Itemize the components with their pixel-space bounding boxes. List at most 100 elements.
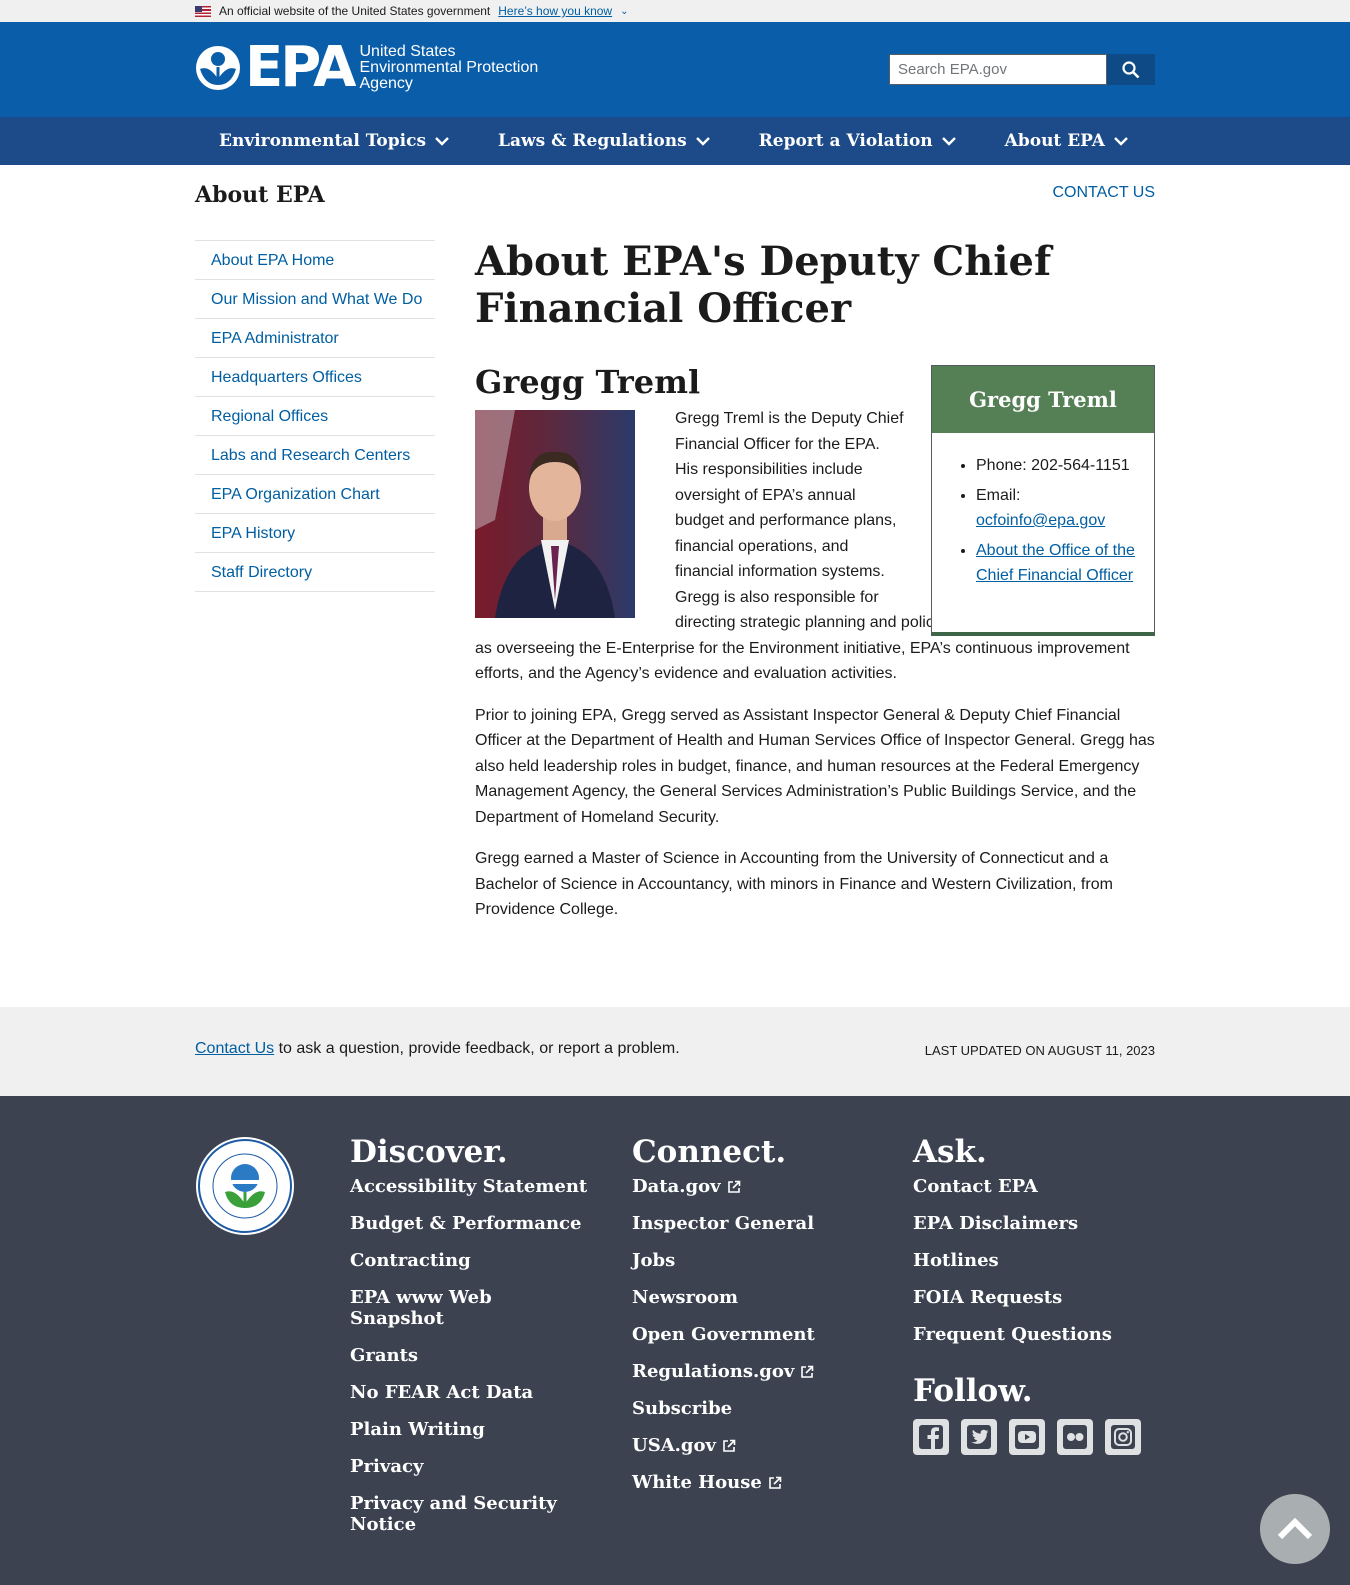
external-link-icon [801,1365,814,1378]
footer-link-foia[interactable]: FOIA Requests [913,1287,1153,1308]
search-icon [1122,60,1140,78]
footer-link-inspector-general[interactable]: Inspector General [632,1213,872,1234]
facebook-icon[interactable] [913,1419,949,1455]
sidenav-item-about-epa-home[interactable]: About EPA Home [195,241,435,280]
feedback-strip: Contact Us to ask a question, provide fe… [0,1007,1350,1096]
nav-item-label: Laws & Regulations [498,131,687,151]
epa-logo[interactable]: EPA United States Environmental Protecti… [195,35,539,100]
search-input[interactable] [889,54,1107,85]
sidenav-item-regional-offices[interactable]: Regional Offices [195,397,435,436]
footer-link-hotlines[interactable]: Hotlines [913,1250,1153,1271]
link-label: White House [632,1472,762,1493]
footer-ask: Ask. Contact EPA EPA Disclaimers Hotline… [913,1134,1153,1455]
footer-link-jobs[interactable]: Jobs [632,1250,872,1271]
footer-link-web-snapshot[interactable]: EPA www Web Snapshot [350,1287,590,1329]
logo-acronym: EPA [245,35,356,100]
chevron-down-icon [941,137,956,146]
contact-office-item: About the Office of the Chief Financial … [976,538,1154,589]
external-link-icon [723,1439,736,1452]
sidenav-item-history[interactable]: EPA History [195,514,435,553]
search-button[interactable] [1107,54,1155,85]
footer-link-subscribe[interactable]: Subscribe [632,1398,872,1419]
footer-link-plain-writing[interactable]: Plain Writing [350,1419,590,1440]
logo-line-2: Environmental Protection [359,59,539,76]
portrait-photo [475,410,635,618]
footer-link-grants[interactable]: Grants [350,1345,590,1366]
instagram-icon[interactable] [1105,1419,1141,1455]
main-content: About EPA's Deputy Chief Financial Offic… [475,238,1155,923]
chevron-down-icon [695,137,710,146]
footer-link-faq[interactable]: Frequent Questions [913,1324,1153,1345]
contact-email-item: Email: ocfoinfo@epa.gov [976,483,1154,534]
section-header: About EPA CONTACT US [195,182,1155,208]
epa-flower-icon [195,45,241,91]
footer-link-contact-epa[interactable]: Contact EPA [913,1176,1153,1197]
nav-item-label: Environmental Topics [219,131,427,151]
footer-link-usa-gov[interactable]: USA.gov [632,1435,872,1456]
footer-link-data-gov[interactable]: Data.gov [632,1176,872,1197]
flickr-icon[interactable] [1057,1419,1093,1455]
footer-link-open-government[interactable]: Open Government [632,1324,872,1345]
footer-link-privacy-security[interactable]: Privacy and Security Notice [350,1493,590,1535]
sidenav-item-labs[interactable]: Labs and Research Centers [195,436,435,475]
search-form [889,54,1155,85]
footer-link-privacy[interactable]: Privacy [350,1456,590,1477]
contact-email-label: Email: [976,486,1021,504]
contact-us-feedback-link[interactable]: Contact Us [195,1040,274,1057]
nav-item-environmental-topics[interactable]: Environmental Topics [219,117,450,165]
back-to-top-button[interactable] [1260,1494,1330,1564]
footer-link-budget[interactable]: Budget & Performance [350,1213,590,1234]
last-updated: Last updated on August 11, 2023 [924,1043,1155,1058]
footer-link-contracting[interactable]: Contracting [350,1250,590,1271]
footer-link-no-fear[interactable]: No FEAR Act Data [350,1382,590,1403]
contact-phone: Phone: 202-564-1151 [976,453,1154,479]
office-cfo-link[interactable]: About the Office of the Chief Financial … [976,542,1135,585]
section-title: About EPA [195,182,325,208]
nav-item-label: Report a Violation [758,131,933,151]
contact-email-link[interactable]: ocfoinfo@epa.gov [976,512,1105,529]
social-links [913,1419,1153,1455]
youtube-icon[interactable] [1009,1419,1045,1455]
logo-agency-name: United States Environmental Protection A… [360,44,539,92]
nav-item-report-violation[interactable]: Report a Violation [759,117,957,165]
sidenav-item-mission[interactable]: Our Mission and What We Do [195,280,435,319]
site-header: EPA United States Environmental Protecti… [0,22,1350,117]
sidenav-item-org-chart[interactable]: EPA Organization Chart [195,475,435,514]
epa-seal-icon [195,1136,295,1236]
external-link-icon [727,1180,740,1193]
follow-heading: Follow. [913,1373,1033,1409]
nav-item-about-epa[interactable]: About EPA [1005,117,1129,165]
feedback-text: to ask a question, provide feedback, or … [274,1040,680,1057]
twitter-icon[interactable] [961,1419,997,1455]
link-label: Regulations.gov [632,1361,795,1382]
chevron-down-icon [1114,137,1128,146]
site-footer: Discover. Accessibility Statement Budget… [0,1096,1350,1585]
ask-heading: Ask. [913,1134,987,1170]
bio-paragraph-3: Gregg earned a Master of Science in Acco… [475,850,1113,918]
sidenav-item-administrator[interactable]: EPA Administrator [195,319,435,358]
footer-connect: Connect. Data.gov Inspector General Jobs… [632,1134,872,1509]
logo-line-1: United States [359,43,456,60]
sidenav: About EPA Home Our Mission and What We D… [195,240,435,592]
contact-us-link[interactable]: CONTACT US [1052,184,1155,202]
logo-line-3: Agency [359,75,413,92]
chevron-down-icon[interactable]: ⌄ [620,6,628,17]
heres-how-you-know-link[interactable]: Here’s how you know [498,4,612,18]
footer-link-white-house[interactable]: White House [632,1472,872,1493]
bio-paragraph-2: Prior to joining EPA, Gregg served as As… [475,706,1155,826]
page-title: About EPA's Deputy Chief Financial Offic… [475,238,1052,332]
chevron-down-icon [435,137,449,146]
footer-discover: Discover. Accessibility Statement Budget… [350,1134,590,1551]
gov-banner: An official website of the United States… [0,0,1350,22]
footer-link-accessibility[interactable]: Accessibility Statement [350,1176,590,1197]
contact-box: Gregg Treml Phone: 202-564-1151 Email: o… [931,365,1155,636]
nav-item-laws-regulations[interactable]: Laws & Regulations [498,117,711,165]
discover-heading: Discover. [350,1134,508,1170]
sidenav-item-staff-directory[interactable]: Staff Directory [195,553,435,592]
sidenav-item-hq-offices[interactable]: Headquarters Offices [195,358,435,397]
link-label: USA.gov [632,1435,716,1456]
footer-link-newsroom[interactable]: Newsroom [632,1287,872,1308]
footer-link-regulations-gov[interactable]: Regulations.gov [632,1361,872,1382]
external-link-icon [769,1476,782,1489]
footer-link-disclaimers[interactable]: EPA Disclaimers [913,1213,1153,1234]
